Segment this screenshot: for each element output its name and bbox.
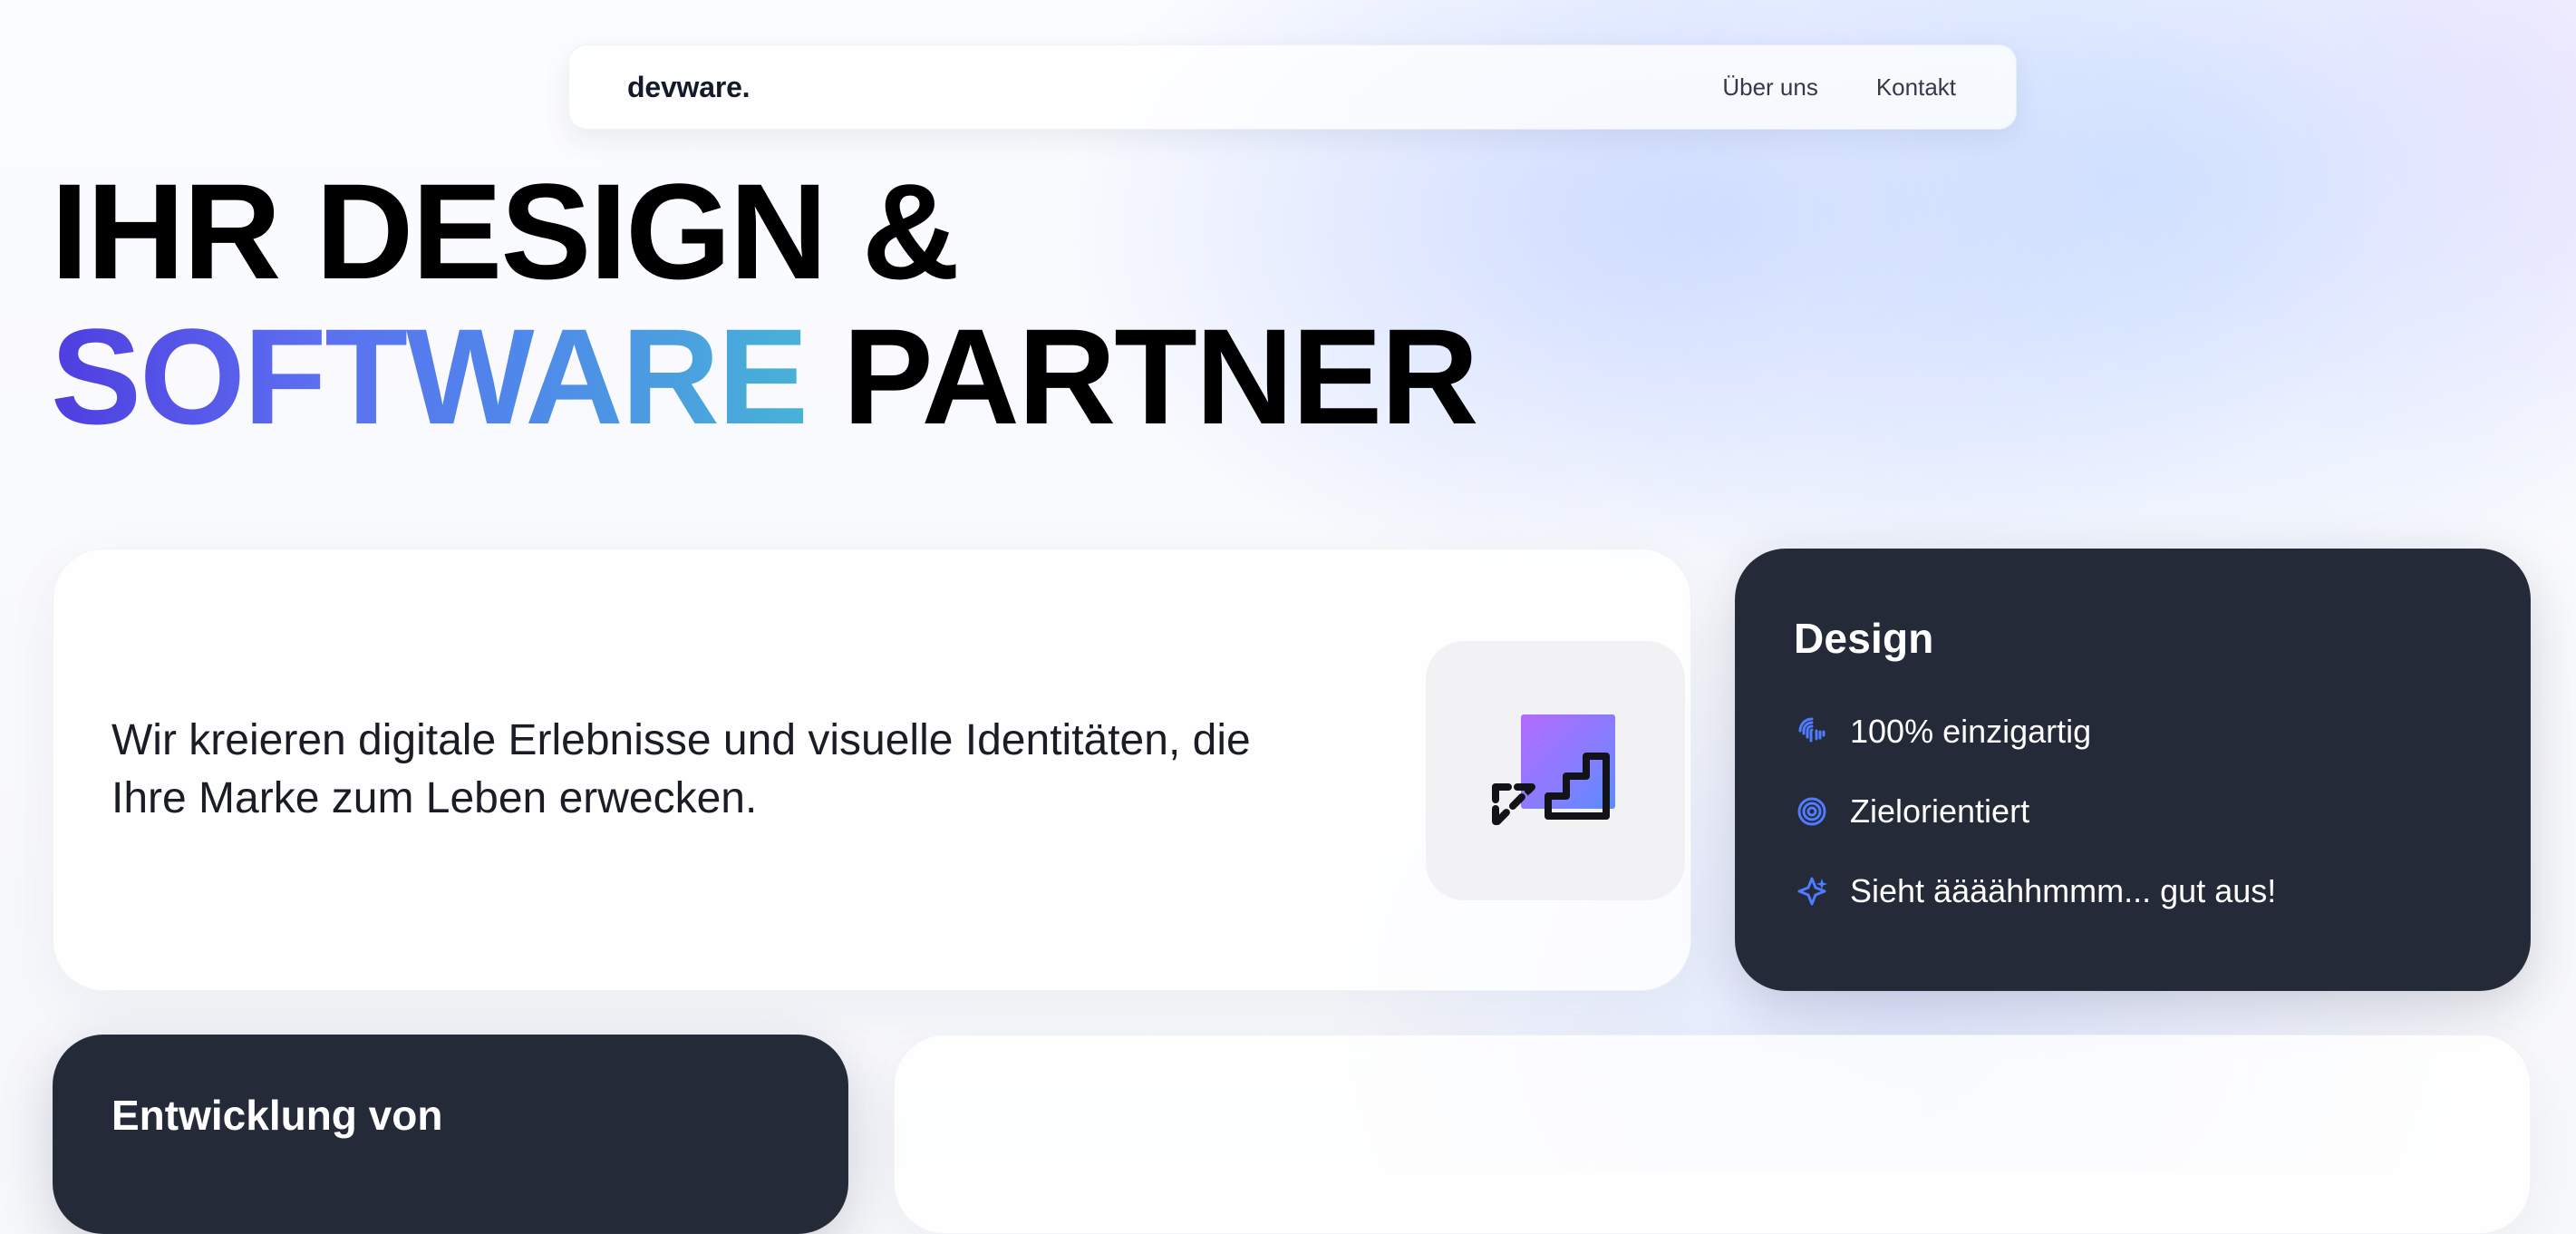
design-feature-item: Zielorientiert bbox=[1794, 791, 2472, 832]
design-feature-item: Sieht äääähhmmm... gut aus! bbox=[1794, 870, 2472, 912]
design-feature-label-3: Sieht äääähhmmm... gut aus! bbox=[1850, 872, 2277, 909]
nav-link-ueber-uns[interactable]: Über uns bbox=[1722, 66, 1818, 109]
design-feature-label-2: Zielorientiert bbox=[1850, 792, 2030, 830]
bottom-light-card bbox=[894, 1035, 2531, 1234]
sparkle-icon bbox=[1794, 873, 1830, 909]
design-feature-label-1: 100% einzigartig bbox=[1850, 713, 2092, 750]
brand-logo[interactable]: devware. bbox=[627, 71, 751, 104]
fingerprint-icon bbox=[1794, 714, 1830, 750]
design-feature-list: 100% einzigartig Zielorientiert Sieht ää… bbox=[1794, 711, 2472, 912]
intro-illustration bbox=[1426, 641, 1685, 900]
design-card: Design 100% einzigartig Zielorientiert S… bbox=[1735, 549, 2531, 991]
development-card-title: Entwicklung von bbox=[111, 1092, 443, 1139]
development-card: Entwicklung von bbox=[53, 1035, 848, 1234]
nav-links: Über uns Kontakt bbox=[1722, 66, 1956, 109]
hero-gradient-word: SOFTWARE bbox=[51, 300, 809, 452]
hero-title-line-1: IHR DESIGN & bbox=[51, 155, 960, 307]
hero-title-line-2: SOFTWARE PARTNER bbox=[51, 304, 1592, 449]
intro-card: Wir kreieren digitale Erlebnisse und vis… bbox=[53, 549, 1691, 991]
design-card-title: Design bbox=[1794, 615, 1934, 662]
intro-text: Wir kreieren digitale Erlebnisse und vis… bbox=[111, 716, 1251, 822]
target-icon bbox=[1794, 793, 1830, 830]
design-feature-item: 100% einzigartig bbox=[1794, 711, 2472, 753]
hero-title-line-2-rest: PARTNER bbox=[806, 300, 1479, 452]
top-nav: devware. Über uns Kontakt bbox=[568, 44, 2017, 130]
stairs-illustration-icon bbox=[1492, 714, 1615, 827]
hero: IHR DESIGN & SOFTWARE PARTNER bbox=[51, 159, 1592, 449]
nav-link-kontakt[interactable]: Kontakt bbox=[1876, 66, 1956, 109]
